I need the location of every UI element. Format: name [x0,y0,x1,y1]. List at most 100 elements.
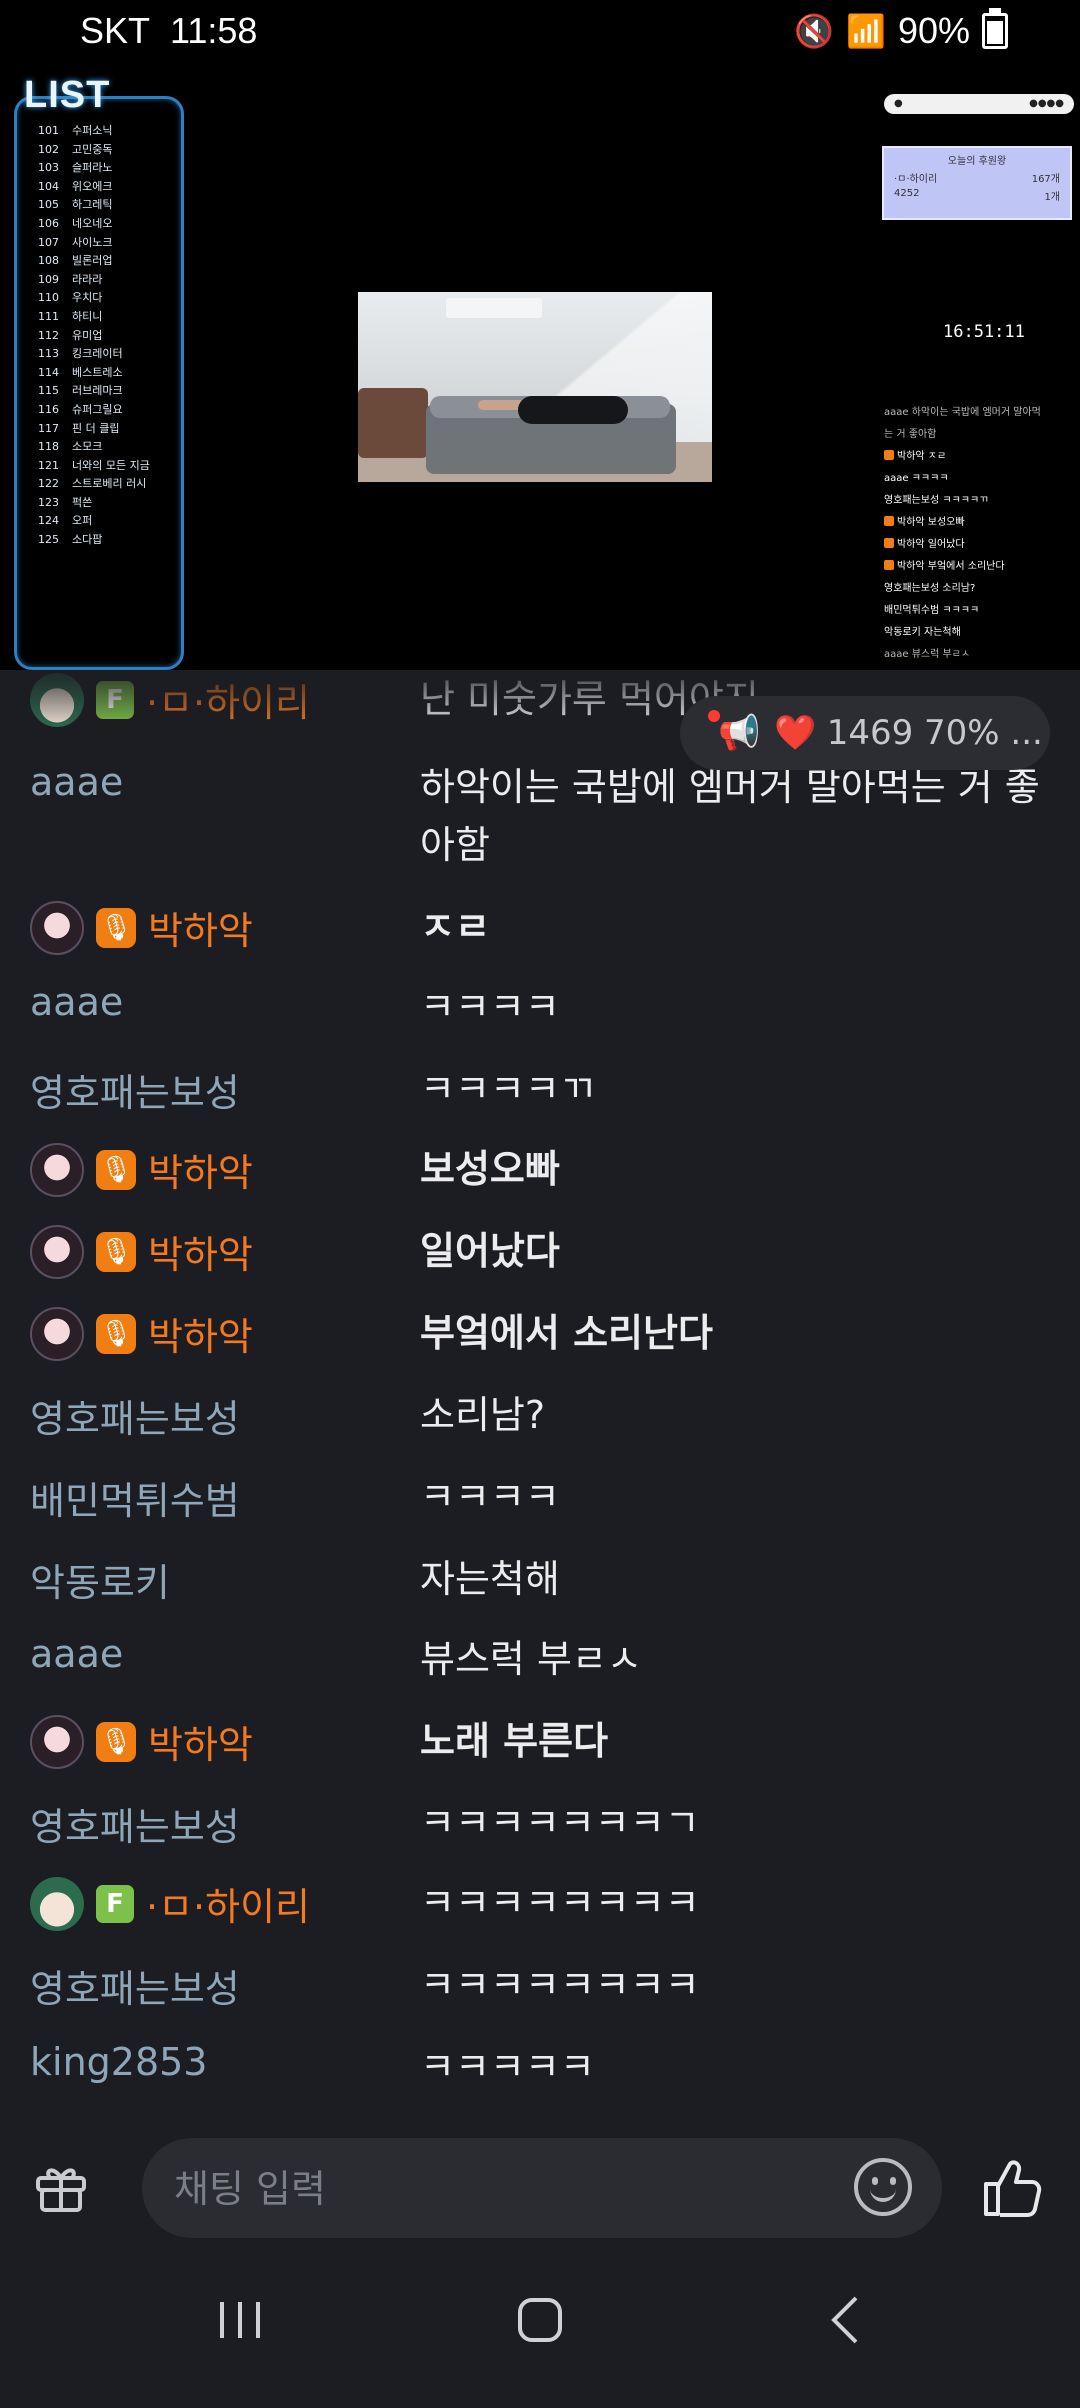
mic-icon [884,560,894,570]
avatar[interactable] [30,900,84,955]
avatar[interactable] [30,1714,84,1769]
chat-text: 자는척해 [420,1557,560,1601]
song-list-item: 107 사이노크 [38,234,150,253]
rank-value: 167개 [1031,174,1060,185]
song-title: 수퍼소닉 [72,124,113,137]
song-number: 108 [38,254,59,268]
couch [358,388,428,458]
mic-icon: 🎙 [96,1313,136,1354]
chat-username[interactable]: 🎙 박하악 [30,1714,253,1769]
chat-username[interactable]: king2853 [30,2040,207,2084]
chat-text: ㅋㅋㅋㅋㅋㅋㅋㅋ [420,1881,700,1925]
rank-value: 1개 [1044,192,1060,203]
chat-username[interactable]: 악동로키 [30,1552,170,1607]
song-list-item: 118 소모크 [38,438,150,457]
song-list-item: 106 네오네오 [38,215,150,234]
webcam-feed [358,292,712,482]
song-list-item: 113 킹크레이터 [38,345,150,364]
chat-list[interactable]: F ·ㅁ·하이리 난 미숫가루 먹어야지 aaae 하악이는 국밥에 엠머거 말아먹는 … [0,670,1080,2132]
username-text: aaae [30,1632,124,1676]
status-right: 🔇 📶 90% [794,8,1008,52]
video-player[interactable]: LIST 101 수퍼소닉 102 고민중독 103 슬퍼라노 104 위오에크 105 하그레틱… [0,66,1080,670]
overlay-chat-text: 박하악 ㅈㄹ [897,451,947,462]
chat-username[interactable]: aaae [30,980,123,1024]
chat-username[interactable]: F ·ㅁ·하이리 [30,672,310,727]
chat-text: 일어났다 [420,1229,560,1273]
song-number: 109 [38,272,59,286]
song-number: 123 [38,495,59,509]
username-text: 영호패는보성 [30,1805,240,1849]
song-number: 116 [38,402,59,416]
song-number: 105 [38,198,59,212]
avatar[interactable] [30,1224,84,1279]
chat-username[interactable]: 🎙 박하악 [30,1142,253,1197]
chat-text: 소리남? [420,1393,546,1437]
back-icon[interactable] [806,2280,886,2360]
song-title: 러브레마크 [72,384,123,398]
gift-icon[interactable] [34,2162,88,2214]
chat-username[interactable]: F ·ㅁ·하이리 [30,1876,310,1931]
carrier-label: SKT [80,10,151,51]
chat-username[interactable]: aaae [30,1632,123,1676]
chat-text: 노래 부른다 [420,1719,609,1763]
chat-username[interactable]: 🎙 박하악 [30,1224,253,1279]
song-number: 103 [38,161,59,175]
song-number: 102 [38,142,59,156]
song-number: 121 [38,458,59,472]
fan-badge: F [96,1884,134,1923]
overlay-chat-line: 박하악 보성오빠 [884,512,1080,534]
song-list-item: 122 스트로베리 러시 [38,475,150,494]
song-list-item: 115 러브레마크 [38,382,150,401]
recent-apps-icon[interactable] [200,2280,280,2360]
avatar[interactable] [30,1306,84,1361]
chat-input-field[interactable] [142,2138,942,2240]
username-text: aaae [30,980,124,1024]
overlay-chat-text: aaae 뷰스럭 부ㄹㅅ [884,649,971,660]
chat-username[interactable]: aaae [30,760,123,804]
overlay-chat-line: 는 거 좋아함 [884,424,1080,446]
avatar[interactable] [30,1142,84,1197]
system-nav-bar [0,2242,1080,2408]
rank-row: 4252 1개 [884,188,1070,203]
chat-text: ㅋㅋㅋㅋㅋㅋㅋㄱ [420,1801,700,1845]
overlay-chat-text: 박하악 보성오빠 [897,517,965,528]
song-title: 위오에크 [72,179,113,193]
song-number: 124 [38,514,59,528]
chat-username[interactable]: 배민먹튀수범 [30,1470,240,1525]
home-icon[interactable] [500,2280,580,2360]
chat-username[interactable]: 영호패는보성 [30,1062,240,1117]
thumbs-up-icon[interactable] [980,2156,1044,2220]
chat-username[interactable]: 🎙 박하악 [30,900,253,955]
song-list-item: 116 슈퍼그릴요 [38,401,150,420]
chat-username[interactable]: 🎙 박하악 [30,1306,253,1361]
viewer-stats-pill[interactable]: 📢 ❤️ 1469 70% ... [680,696,1050,770]
avatar[interactable] [30,672,84,727]
song-list-item: 111 하티니 [38,308,150,327]
chat-username[interactable]: 영호패는보성 [30,1796,240,1851]
overlay-chat-line: 박하악 일어났다 [884,534,1080,556]
smile-icon[interactable] [854,2158,912,2216]
username-text: 박하악 [148,1151,253,1195]
song-title: 우치다 [72,291,103,305]
song-number: 118 [38,440,59,454]
overlay-chat-text: 박하악 일어났다 [897,539,965,550]
rank-name: ·ㅁ·하이리 [894,174,938,185]
chat-text: 부엌에서 소리난다 [420,1311,713,1355]
overlay-chat-text: 는 거 좋아함 [884,429,937,440]
song-list-item: 110 우치다 [38,289,150,308]
song-number: 114 [38,365,59,379]
username-text: 배민먹튀수범 [30,1479,240,1523]
song-list-item: 109 라라라 [38,271,150,290]
overlay-chat-line: 박하악 부엌에서 소리난다 [884,556,1080,578]
song-number: 101 [38,124,59,137]
chat-username[interactable]: 영호패는보성 [30,1388,240,1443]
chat-username[interactable]: 영호패는보성 [30,1958,240,2013]
chat-text: 뷰스럭 부ㄹㅅ [420,1637,642,1681]
overlay-chat-text: 영호패는보성 ㅋㅋㅋㅋㄲ [884,495,989,506]
song-title: 라라라 [72,272,103,286]
chat-input[interactable] [172,2138,856,2240]
username-text: 악동로키 [30,1561,170,1605]
song-number: 104 [38,179,59,193]
overlay-chat-line: 배민먹튀수범 ㅋㅋㅋㅋ [884,600,1080,622]
avatar[interactable] [30,1876,84,1931]
